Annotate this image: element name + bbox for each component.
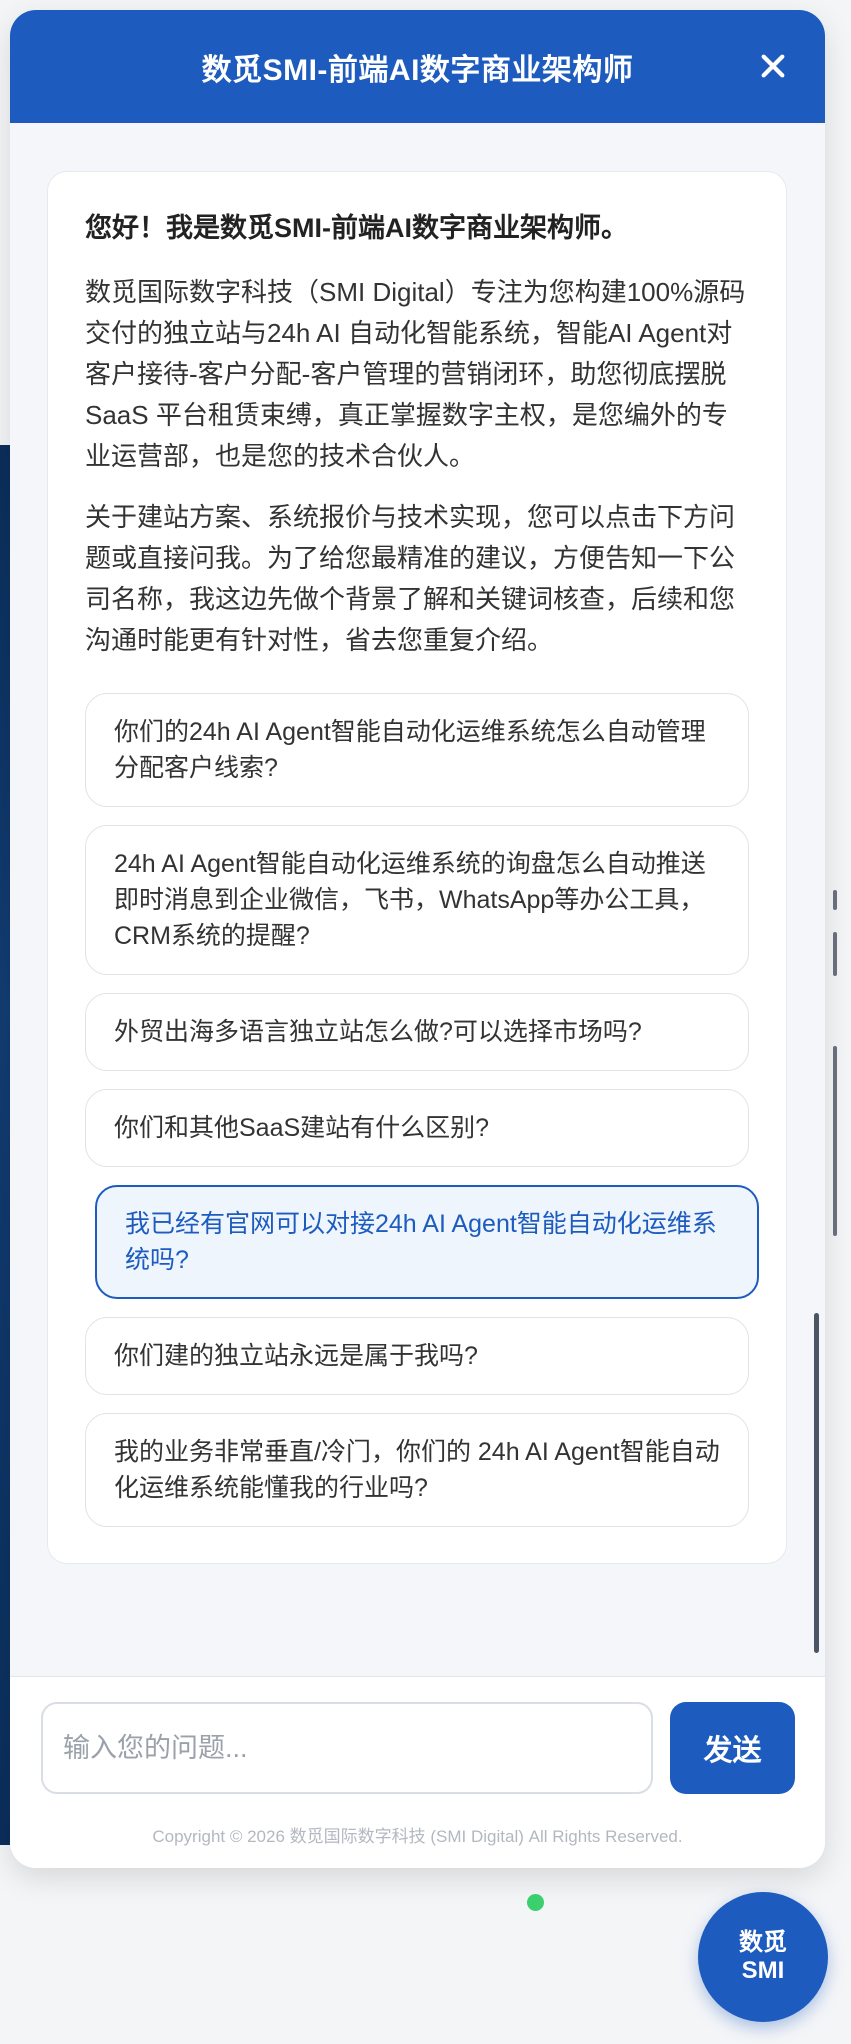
guidance-paragraph: 关于建站方案、系统报价与技术实现，您可以点击下方问题或直接问我。为了给您最精准的… [85, 501, 736, 655]
chat-scrollbar[interactable] [814, 1313, 819, 1653]
suggested-question[interactable]: 你们和其他SaaS建站有什么区别? [85, 1088, 749, 1167]
chat-launcher-button[interactable]: 数觅 SMI [698, 1892, 828, 2022]
send-button[interactable]: 发送 [670, 1702, 795, 1794]
greeting-text: 您好！我是数觅SMI-前端AI数字商业架构师。 [85, 213, 628, 243]
suggested-question[interactable]: 你们的24h AI Agent智能自动化运维系统怎么自动管理分配客户线索? [85, 692, 749, 807]
chat-window: 数觅SMI-前端AI数字商业架构师 您好！我是数觅SMI-前端AI数字商业架构师… [10, 10, 825, 1868]
close-button[interactable] [751, 44, 795, 88]
assistant-message: 您好！我是数觅SMI-前端AI数字商业架构师。 数觅国际数字科技（SMI Dig… [47, 171, 787, 1564]
background-scrollbar[interactable] [833, 1046, 837, 1236]
launcher-label-line2: SMI [741, 1957, 785, 1984]
chat-messages[interactable]: 您好！我是数觅SMI-前端AI数字商业架构师。 数觅国际数字科技（SMI Dig… [10, 123, 825, 1676]
background-page-strip [0, 445, 10, 1845]
suggested-question[interactable]: 你们建的独立站永远是属于我吗? [85, 1316, 749, 1395]
intro-paragraph: 数觅国际数字科技（SMI Digital）专注为您构建100%源码交付的独立站与… [85, 276, 746, 471]
suggested-question-hovered[interactable]: 我已经有官网可以对接24h AI Agent智能自动化运维系统吗? [95, 1184, 759, 1299]
background-scroll-tick [833, 890, 837, 910]
suggested-question[interactable]: 我的业务非常垂直/冷门，你们的 24h AI Agent智能自动化运维系统能懂我… [85, 1412, 749, 1527]
background-scroll-tick [833, 932, 837, 976]
suggested-question[interactable]: 外贸出海多语言独立站怎么做?可以选择市场吗? [85, 992, 749, 1071]
suggested-questions: 你们的24h AI Agent智能自动化运维系统怎么自动管理分配客户线索? 24… [85, 692, 759, 1527]
online-status-dot [527, 1894, 544, 1911]
chat-header: 数觅SMI-前端AI数字商业架构师 [10, 10, 825, 123]
copyright-text: Copyright © 2026 数觅国际数字科技 (SMI Digital) … [152, 1827, 683, 1846]
input-area: 发送 Copyright © 2026 数觅国际数字科技 (SMI Digita… [10, 1676, 825, 1868]
chat-title: 数觅SMI-前端AI数字商业架构师 [201, 53, 634, 87]
question-input[interactable] [41, 1702, 653, 1794]
close-icon [761, 54, 785, 78]
suggested-question[interactable]: 24h AI Agent智能自动化运维系统的询盘怎么自动推送即时消息到企业微信，… [85, 824, 749, 975]
launcher-label-line1: 数觅 [739, 1929, 787, 1956]
